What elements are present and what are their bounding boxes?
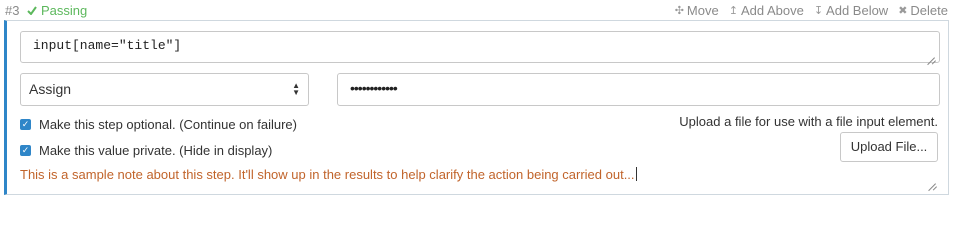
text-caret [635,167,637,181]
optional-checkbox-row[interactable]: ✓ Make this step optional. (Continue on … [20,117,297,132]
value-input[interactable]: •••••••••••• [337,73,940,106]
move-label: Move [686,3,719,18]
step-actions: ✣ Move ↥ Add Above ↧ Add Below ✖ Delete [675,3,948,18]
action-select[interactable]: Assign ▲ ▼ [20,73,309,106]
action-select-value: Assign [29,81,72,97]
arrow-up-icon: ↥ [728,5,738,17]
close-icon: ✖ [898,5,908,17]
select-arrows-icon: ▲ ▼ [292,81,300,97]
status-label: Passing [41,3,88,18]
note-text: This is a sample note about this step. I… [20,167,635,182]
step-note-input[interactable]: This is a sample note about this step. I… [20,167,940,187]
move-icon: ✣ [674,5,684,17]
delete-action[interactable]: ✖ Delete [898,3,948,18]
upload-file-button[interactable]: Upload File... [840,132,938,162]
private-checkbox[interactable]: ✓ [20,145,31,156]
status-indicator: Passing [27,3,87,18]
step-header: #3 Passing ✣ Move ↥ Add Above ↧ Add Belo… [0,0,955,20]
optional-checkbox[interactable]: ✓ [20,119,31,130]
add-above-action[interactable]: ↥ Add Above [729,3,804,18]
upload-hint: Upload a file for use with a file input … [679,114,938,129]
delete-label: Delete [910,3,948,18]
add-below-action[interactable]: ↧ Add Below [814,3,888,18]
selector-value: input[name="title"] [33,38,182,53]
add-above-label: Add Above [740,3,804,18]
optional-label: Make this step optional. (Continue on fa… [39,117,297,132]
value-masked: •••••••••••• [350,80,398,96]
note-resize-grip-icon[interactable] [928,176,936,184]
resize-grip-icon[interactable] [927,50,935,58]
check-icon [27,3,37,18]
step-number: #3 [5,3,20,18]
private-checkbox-row[interactable]: ✓ Make this value private. (Hide in disp… [20,143,272,158]
move-action[interactable]: ✣ Move [675,3,719,18]
selector-input[interactable]: input[name="title"] [20,31,940,63]
private-label: Make this value private. (Hide in displa… [39,143,273,158]
add-below-label: Add Below [826,3,889,18]
arrow-down-icon: ↧ [813,5,824,17]
step-panel: input[name="title"] Assign ▲ ▼ ••••••••••… [4,20,949,195]
